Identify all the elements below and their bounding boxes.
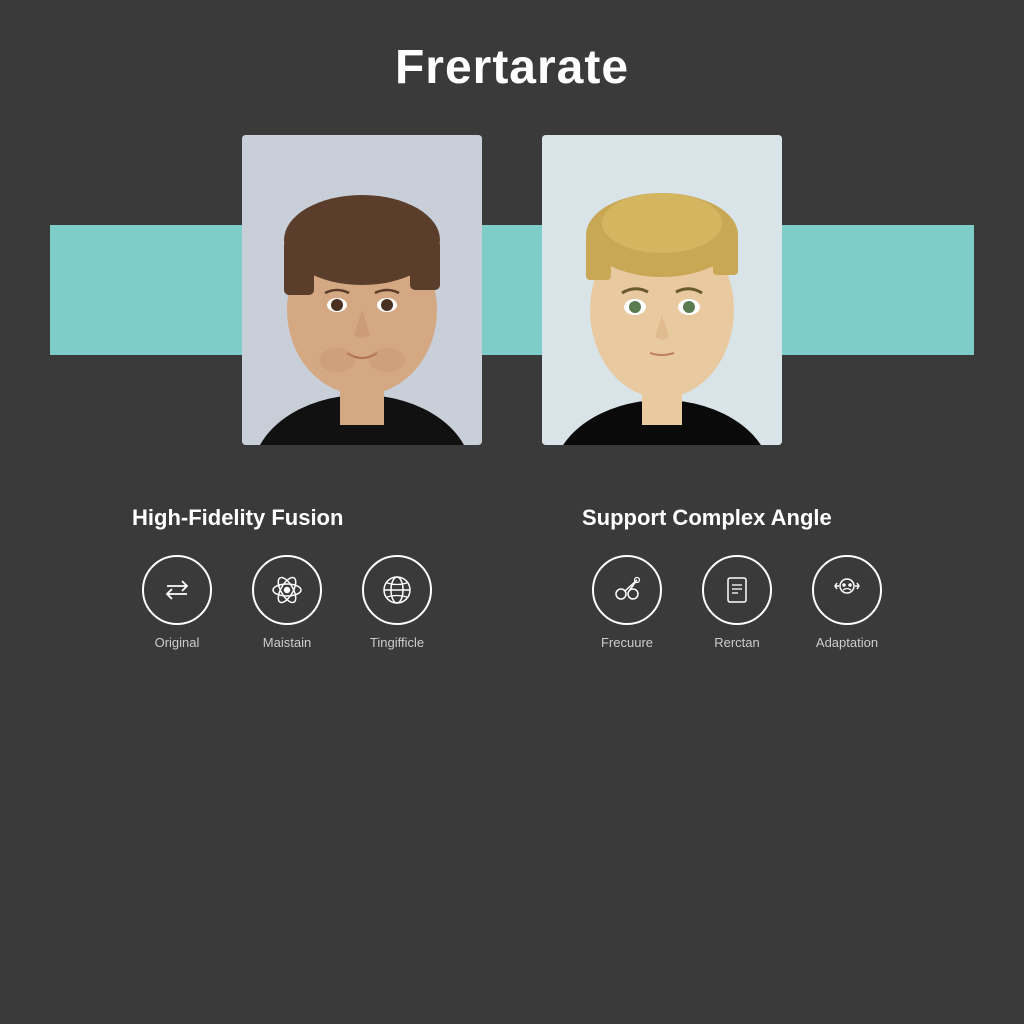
tingifficle-label: Tingifficle bbox=[370, 635, 424, 650]
frecuure-label: Frecuure bbox=[601, 635, 653, 650]
person2-card bbox=[542, 135, 782, 445]
maintain-label: Maistain bbox=[263, 635, 311, 650]
original-label: Original bbox=[155, 635, 200, 650]
feature-item-maintain: Maistain bbox=[242, 555, 332, 650]
original-icon-circle bbox=[142, 555, 212, 625]
feature-group-1-title: High-Fidelity Fusion bbox=[132, 505, 343, 531]
tingifficle-icon-circle bbox=[362, 555, 432, 625]
feature-icons-row-1: Original Maistain bbox=[132, 555, 442, 650]
main-title: Frertarate bbox=[395, 40, 629, 95]
title-section: Frertarate bbox=[395, 40, 629, 95]
feature-item-rerctan: Rerctan bbox=[692, 555, 782, 650]
scissors-icon bbox=[609, 572, 645, 608]
document-icon bbox=[719, 572, 755, 608]
face-icon bbox=[829, 572, 865, 608]
adaptation-label: Adaptation bbox=[816, 635, 878, 650]
feature-icons-row-2: Frecuure Rerctan bbox=[582, 555, 892, 650]
feature-group-1: High-Fidelity Fusion Original bbox=[132, 505, 442, 650]
feature-item-adaptation: Adaptation bbox=[802, 555, 892, 650]
adaptation-icon-circle bbox=[812, 555, 882, 625]
feature-group-2: Support Complex Angle Frecuure bbox=[582, 505, 892, 650]
frecuure-icon-circle bbox=[592, 555, 662, 625]
feature-item-original: Original bbox=[132, 555, 222, 650]
arrows-icon bbox=[159, 572, 195, 608]
teal-accent-bar bbox=[50, 225, 974, 355]
feature-item-tingifficle: Tingifficle bbox=[352, 555, 442, 650]
globe-icon bbox=[379, 572, 415, 608]
maintain-icon-circle bbox=[252, 555, 322, 625]
person1-card bbox=[242, 135, 482, 445]
rerctan-label: Rerctan bbox=[714, 635, 760, 650]
rerctan-icon-circle bbox=[702, 555, 772, 625]
feature-item-frecuure: Frecuure bbox=[582, 555, 672, 650]
atom-icon bbox=[269, 572, 305, 608]
group-divider bbox=[482, 505, 542, 650]
features-section: High-Fidelity Fusion Original bbox=[0, 505, 1024, 650]
images-section bbox=[0, 135, 1024, 445]
feature-group-2-title: Support Complex Angle bbox=[582, 505, 832, 531]
